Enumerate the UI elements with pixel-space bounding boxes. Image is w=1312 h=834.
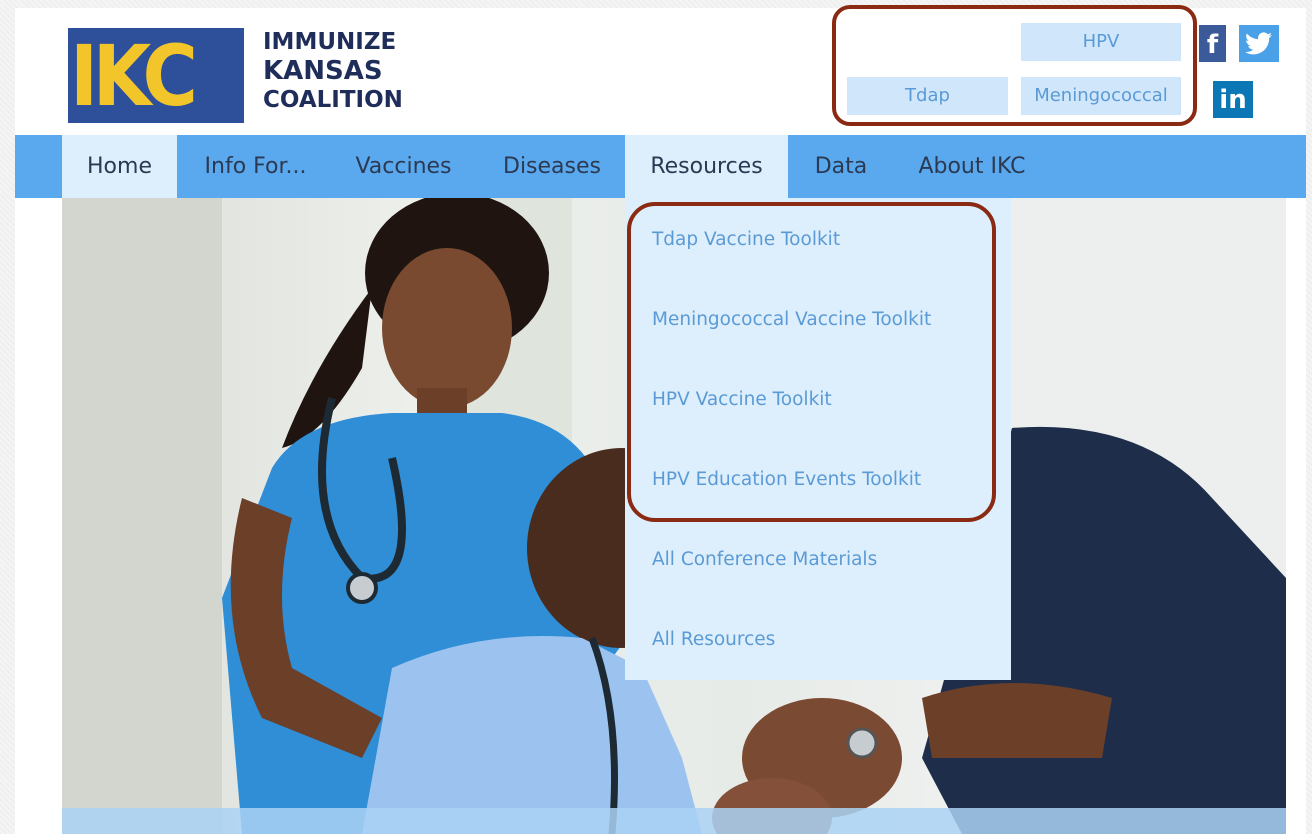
nav-vaccines[interactable]: Vaccines bbox=[341, 135, 466, 198]
logo-mark[interactable]: IKC bbox=[68, 28, 244, 123]
nav-home[interactable]: Home bbox=[62, 135, 177, 198]
logo-line-1: IMMUNIZE bbox=[263, 29, 397, 55]
linkedin-icon[interactable]: in bbox=[1213, 81, 1253, 118]
dropdown-item-all-resources[interactable]: All Resources bbox=[652, 629, 775, 650]
nav-resources[interactable]: Resources bbox=[625, 135, 788, 198]
logo-mark-letters: IKC bbox=[70, 28, 198, 123]
quick-links-highlight bbox=[832, 5, 1197, 126]
nav-info-for[interactable]: Info For... bbox=[193, 135, 318, 198]
logo-wordmark[interactable]: IMMUNIZE KANSAS COALITION bbox=[263, 28, 403, 115]
facebook-icon[interactable]: f bbox=[1199, 25, 1226, 62]
dropdown-item-conference-materials[interactable]: All Conference Materials bbox=[652, 549, 877, 570]
twitter-icon[interactable] bbox=[1239, 25, 1279, 62]
logo-line-3: COALITION bbox=[263, 87, 403, 113]
logo-line-2: KANSAS bbox=[263, 56, 383, 86]
page: IKC IMMUNIZE KANSAS COALITION HPV Tdap M… bbox=[15, 5, 1306, 834]
dropdown-highlight bbox=[627, 202, 996, 522]
nav-about-ikc[interactable]: About IKC bbox=[902, 135, 1042, 198]
nav-data[interactable]: Data bbox=[801, 135, 881, 198]
twitter-bird-icon bbox=[1245, 32, 1272, 55]
main-nav: Home Info For... Vaccines Diseases Resou… bbox=[15, 135, 1306, 198]
hero-caption-band bbox=[62, 808, 1286, 834]
nav-diseases[interactable]: Diseases bbox=[487, 135, 617, 198]
